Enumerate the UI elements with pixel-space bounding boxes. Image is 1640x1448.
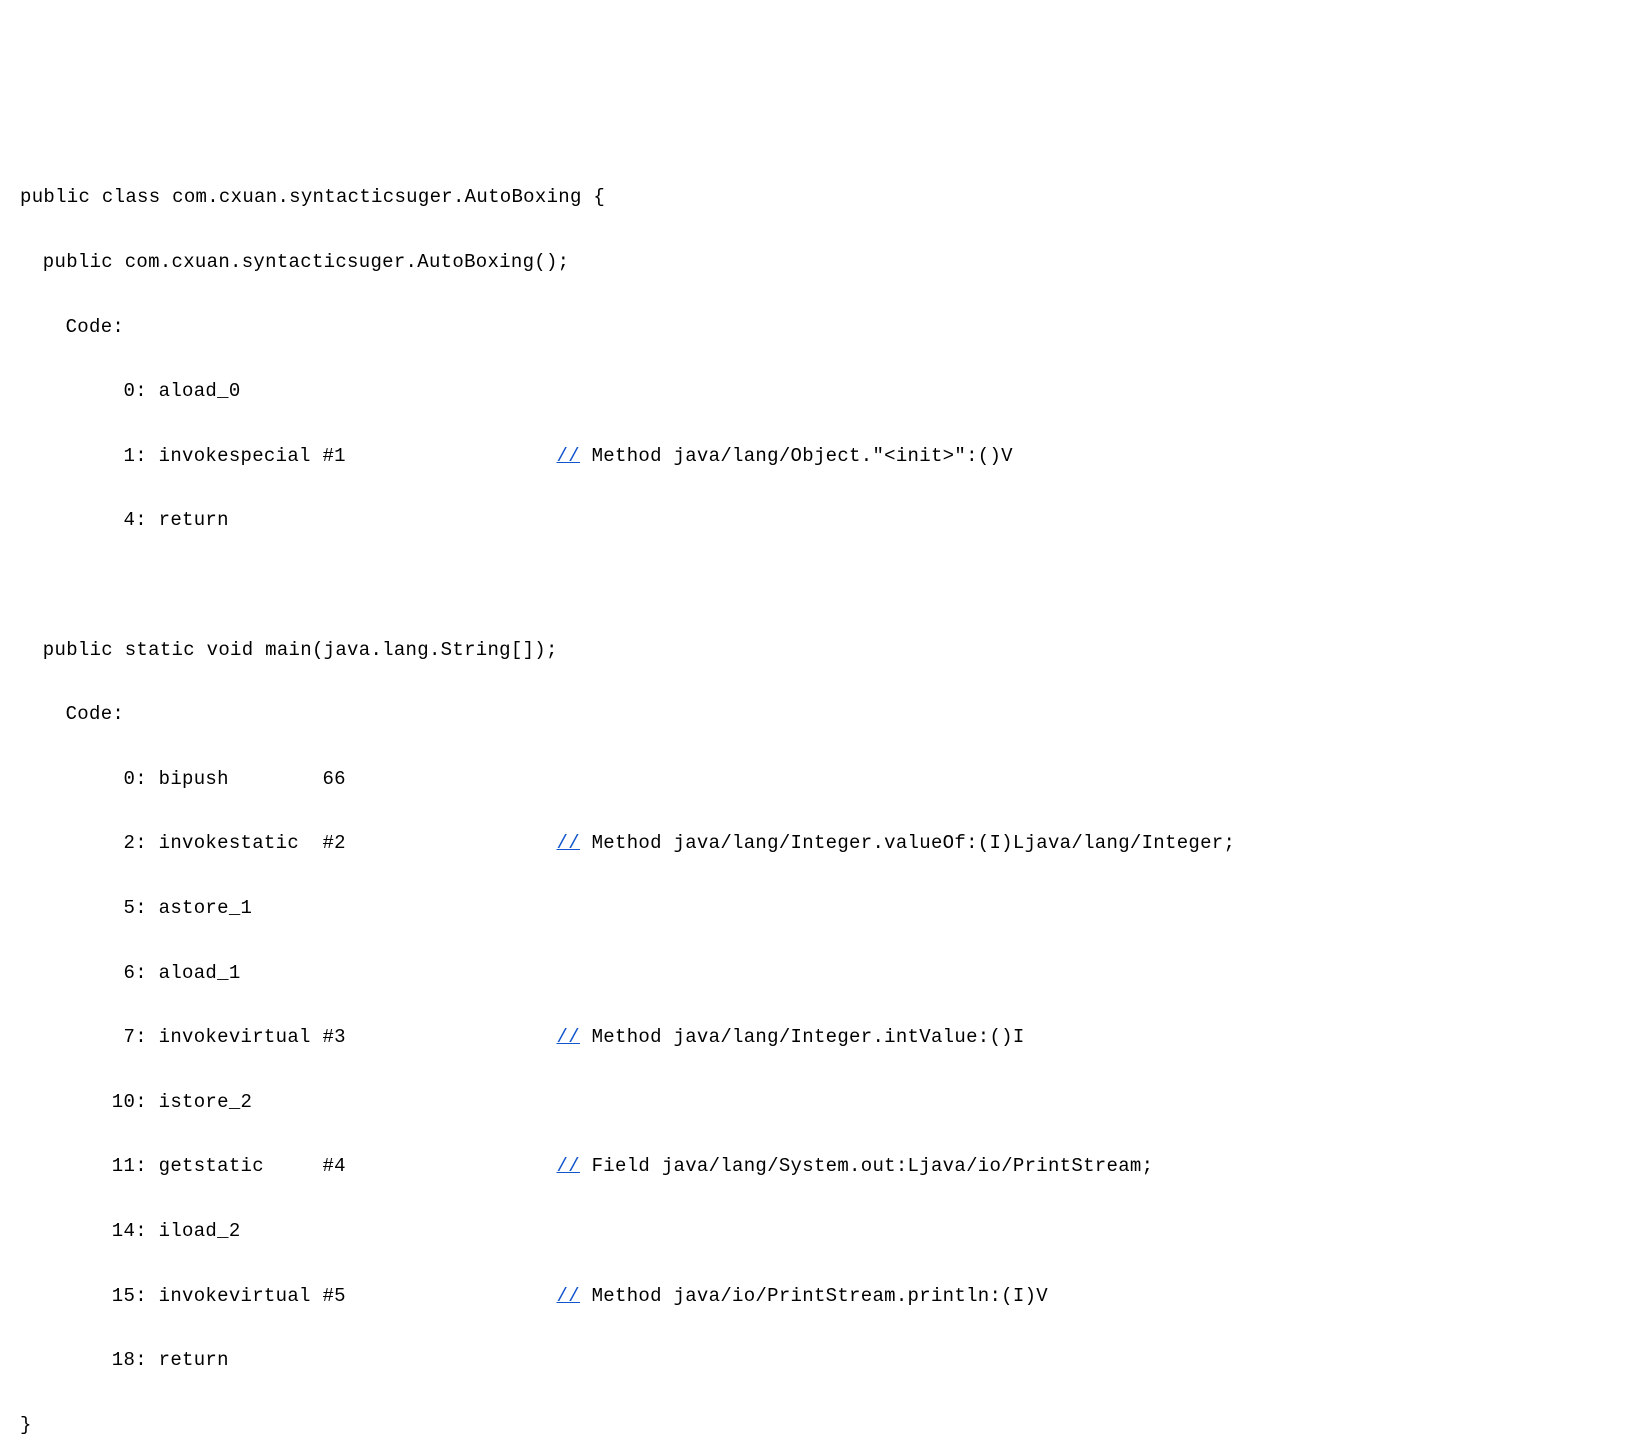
instruction-text: 15: invokevirtual #5 <box>88 1285 345 1307</box>
bytecode-line: 2: invokestatic #2 // Method java/lang/I… <box>20 827 1620 859</box>
class-declaration: public class com.cxuan.syntacticsuger.Au… <box>20 181 1620 213</box>
constructor-declaration: public com.cxuan.syntacticsuger.AutoBoxi… <box>20 246 1620 278</box>
comment-slash-icon: // <box>557 1285 580 1307</box>
padding <box>346 445 557 467</box>
comment-text: Method java/lang/Integer.intValue:()I <box>580 1026 1025 1048</box>
comment-slash-icon: // <box>557 832 580 854</box>
bytecode-line: 4: return <box>20 504 1620 536</box>
comment-text: Method java/lang/Integer.valueOf:(I)Ljav… <box>580 832 1235 854</box>
instruction-text: 11: getstatic #4 <box>88 1155 345 1177</box>
bytecode-listing: public class com.cxuan.syntacticsuger.Au… <box>20 149 1620 1448</box>
comment-slash-icon: // <box>557 445 580 467</box>
bytecode-line: 7: invokevirtual #3 // Method java/lang/… <box>20 1021 1620 1053</box>
bytecode-line: 0: aload_0 <box>20 375 1620 407</box>
instruction-text: 1: invokespecial #1 <box>88 445 345 467</box>
padding <box>346 1285 557 1307</box>
blank-line <box>20 569 1620 601</box>
padding <box>346 1026 557 1048</box>
bytecode-line: 15: invokevirtual #5 // Method java/io/P… <box>20 1280 1620 1312</box>
comment-text: Method java/lang/Object."<init>":()V <box>580 445 1013 467</box>
bytecode-line: 18: return <box>20 1344 1620 1376</box>
bytecode-line: 6: aload_1 <box>20 957 1620 989</box>
comment-slash-icon: // <box>557 1155 580 1177</box>
comment-slash-icon: // <box>557 1026 580 1048</box>
comment-text: Field java/lang/System.out:Ljava/io/Prin… <box>580 1155 1153 1177</box>
instruction-text: 2: invokestatic #2 <box>88 832 345 854</box>
code-label: Code: <box>20 311 1620 343</box>
bytecode-line: 5: astore_1 <box>20 892 1620 924</box>
instruction-text: 7: invokevirtual #3 <box>88 1026 345 1048</box>
padding <box>346 832 557 854</box>
close-brace: } <box>20 1409 1620 1441</box>
bytecode-line: 11: getstatic #4 // Field java/lang/Syst… <box>20 1150 1620 1182</box>
comment-text: Method java/io/PrintStream.println:(I)V <box>580 1285 1048 1307</box>
bytecode-line: 0: bipush 66 <box>20 763 1620 795</box>
bytecode-line: 10: istore_2 <box>20 1086 1620 1118</box>
padding <box>346 1155 557 1177</box>
bytecode-line: 14: iload_2 <box>20 1215 1620 1247</box>
main-method-declaration: public static void main(java.lang.String… <box>20 634 1620 666</box>
bytecode-line: 1: invokespecial #1 // Method java/lang/… <box>20 440 1620 472</box>
code-label: Code: <box>20 698 1620 730</box>
